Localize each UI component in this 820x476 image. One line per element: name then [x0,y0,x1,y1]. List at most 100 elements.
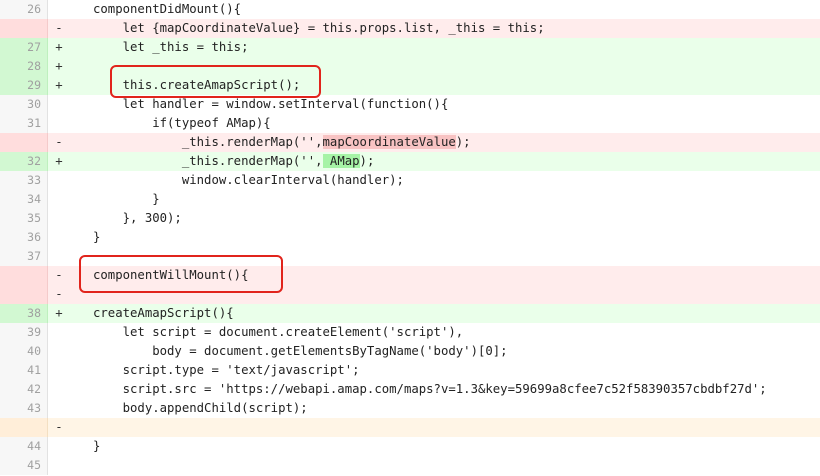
diff-line: 32 + _this.renderMap('', AMap); [0,152,820,171]
diff-line: 37 [0,247,820,266]
diff-line: - componentWillMount(){ [0,266,820,285]
code-text: let script = document.createElement('scr… [93,325,464,339]
diff-sign [48,437,70,456]
diff-sign [48,247,70,266]
diff-line: 29 + this.createAmapScript(); [0,76,820,95]
diff-sign [48,456,70,475]
code-text: } [93,230,101,244]
code-text: let handler = window.setInterval(functio… [93,97,449,111]
line-number[interactable]: 45 [0,456,48,475]
code-text: this.createAmapScript(); [93,78,301,92]
diff-sign [48,399,70,418]
diff-line: 27 + let _this = this; [0,38,820,57]
diff-sign: - [55,287,63,301]
diff-line: 45 [0,456,820,475]
diff-sign [48,342,70,361]
diff-line: 28 + [0,57,820,76]
line-number[interactable]: 43 [0,399,48,418]
line-number[interactable]: 44 [0,437,48,456]
line-number[interactable] [0,133,48,152]
code-text: let _this = this; [93,40,249,54]
diff-sign [48,0,70,19]
code-text: } [93,439,101,453]
code-text: script.type = 'text/javascript'; [93,363,360,377]
line-number[interactable] [0,418,48,437]
diff-line: - [0,418,820,437]
line-number[interactable]: 31 [0,114,48,133]
diff-sign [48,323,70,342]
diff-sign: - [55,135,63,149]
diff-line: - _this.renderMap('',mapCoordinateValue)… [0,133,820,152]
diff-sign: - [55,268,63,282]
code-text: body.appendChild(script); [93,401,308,415]
changed-token: AMap [322,154,360,168]
diff-line: 30 let handler = window.setInterval(func… [0,95,820,114]
code-text: _this.renderMap('',mapCoordinateValue); [93,135,471,149]
changed-token: mapCoordinateValue [322,135,456,149]
code-text: _this.renderMap('', AMap); [93,154,375,168]
diff-sign: - [55,21,63,35]
diff-line: 41 script.type = 'text/javascript'; [0,361,820,380]
diff-line: 26 componentDidMount(){ [0,0,820,19]
diff-line: 31 if(typeof AMap){ [0,114,820,133]
diff-sign: + [55,78,63,92]
line-number[interactable]: 34 [0,190,48,209]
diff-sign: - [55,420,63,434]
diff-sign [48,114,70,133]
diff-line: 34 } [0,190,820,209]
code-text: createAmapScript(){ [93,306,234,320]
line-number[interactable]: 26 [0,0,48,19]
line-number[interactable]: 33 [0,171,48,190]
diff-line: 35 }, 300); [0,209,820,228]
diff-sign: + [55,154,63,168]
line-number[interactable] [0,19,48,38]
code-text: }, 300); [93,211,182,225]
line-number[interactable]: 30 [0,95,48,114]
diff-line: 43 body.appendChild(script); [0,399,820,418]
line-number[interactable]: 38 [0,304,48,323]
diff-line: 40 body = document.getElementsByTagName(… [0,342,820,361]
diff-sign [48,171,70,190]
diff-line: 42 script.src = 'https://webapi.amap.com… [0,380,820,399]
code-text: let {mapCoordinateValue} = this.props.li… [93,21,545,35]
line-number[interactable]: 37 [0,247,48,266]
line-number[interactable]: 32 [0,152,48,171]
line-number[interactable]: 42 [0,380,48,399]
diff-line: 39 let script = document.createElement('… [0,323,820,342]
code-text: } [93,192,160,206]
diff-line: 33 window.clearInterval(handler); [0,171,820,190]
diff-line: 38 + createAmapScript(){ [0,304,820,323]
diff-line: - let {mapCoordinateValue} = this.props.… [0,19,820,38]
diff-sign [48,190,70,209]
diff-line: 44} [0,437,820,456]
line-number[interactable]: 27 [0,38,48,57]
diff-line: 36} [0,228,820,247]
diff-sign [48,380,70,399]
line-number[interactable]: 35 [0,209,48,228]
diff-sign [48,228,70,247]
line-number[interactable] [0,285,48,304]
line-number[interactable]: 41 [0,361,48,380]
diff-sign [48,361,70,380]
diff-sign: + [55,40,63,54]
line-number[interactable]: 40 [0,342,48,361]
diff-sign [48,95,70,114]
code-text: componentWillMount(){ [93,268,249,282]
diff-sign: + [55,306,63,320]
code-text: window.clearInterval(handler); [93,173,404,187]
line-number[interactable]: 39 [0,323,48,342]
code-text: if(typeof AMap){ [93,116,271,130]
line-number[interactable]: 29 [0,76,48,95]
diff-line: - [0,285,820,304]
line-number[interactable]: 28 [0,57,48,76]
diff-sign: + [55,59,63,73]
code-text: componentDidMount(){ [93,2,242,16]
line-number[interactable]: 36 [0,228,48,247]
line-number[interactable] [0,266,48,285]
code-text: body = document.getElementsByTagName('bo… [93,344,508,358]
